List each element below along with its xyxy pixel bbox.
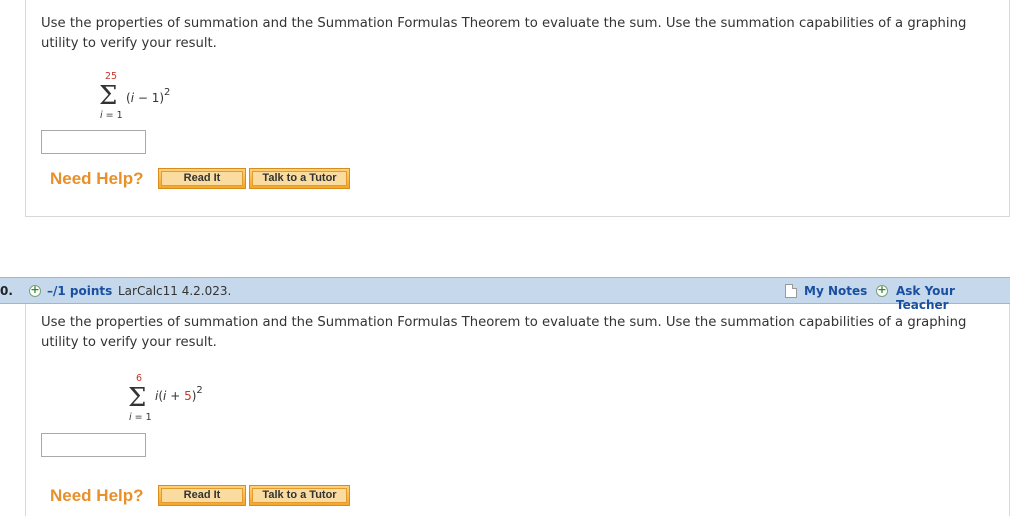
question-prompt-1: Use the properties of summation and the …: [41, 16, 967, 51]
talk-to-tutor-button-1[interactable]: Talk to a Tutor: [249, 168, 350, 189]
read-it-button-1[interactable]: Read It: [158, 168, 246, 189]
plus-circle-icon[interactable]: [29, 283, 41, 297]
points-label: –/1 points: [47, 284, 113, 298]
sum-lower-limit: i = 1: [129, 412, 152, 423]
question-prompt-2: Use the properties of summation and the …: [41, 315, 967, 350]
plus-circle-icon[interactable]: [876, 283, 888, 297]
need-help-label-1: Need Help?: [50, 169, 144, 188]
sum-expression: i(i + 5)2: [155, 385, 203, 403]
answer-input-1[interactable]: [41, 130, 146, 154]
question-number: 0.: [0, 284, 13, 298]
sum-expression: (i − 1)2: [126, 87, 171, 105]
need-help-label-2: Need Help?: [50, 486, 144, 505]
note-icon[interactable]: [785, 284, 797, 298]
my-notes-link[interactable]: My Notes: [804, 284, 867, 298]
sum-lower-limit: i = 1: [100, 110, 123, 121]
question-source: LarCalc11 4.2.023.: [118, 284, 232, 298]
answer-input-2[interactable]: [41, 433, 146, 457]
sigma-icon: Σ: [128, 383, 147, 413]
sigma-icon: Σ: [99, 81, 118, 111]
read-it-button-2[interactable]: Read It: [158, 485, 246, 506]
question-header-2: 0. –/1 points LarCalc11 4.2.023. My Note…: [0, 277, 1010, 312]
talk-to-tutor-button-2[interactable]: Talk to a Tutor: [249, 485, 350, 506]
